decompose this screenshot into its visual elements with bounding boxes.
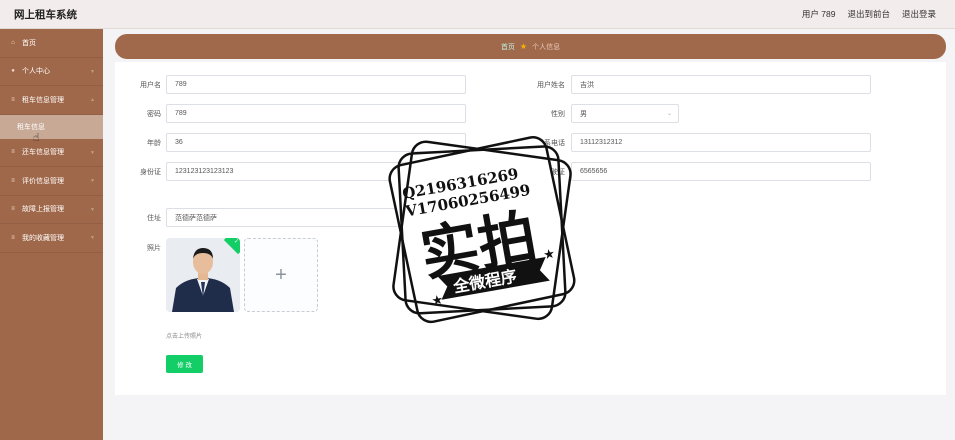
realname-field[interactable]: 吉洪	[571, 75, 871, 94]
star-separator-icon: ★	[519, 42, 528, 51]
chevron-down-icon: ▼	[90, 235, 95, 241]
sidebar: ⌂ 首页 ● 个人中心 ▼ ≡ 租车信息管理 ▲ 租车信息 ≡ 还车信息管理 ▼…	[0, 29, 103, 440]
check-icon: ✓	[233, 239, 239, 245]
sidebar-item-fault-mgmt[interactable]: ≡ 故障上报管理 ▼	[0, 196, 103, 224]
license-field[interactable]: 6565656	[571, 162, 871, 181]
uploaded-photo[interactable]: ✓	[166, 238, 240, 312]
list-icon: ≡	[11, 234, 15, 241]
chevron-down-icon: ▼	[90, 206, 95, 213]
address-field[interactable]: 范德萨范德萨	[166, 208, 466, 227]
add-photo-button[interactable]: +	[244, 238, 318, 312]
user-icon: ●	[11, 68, 15, 75]
idcard-label: 身份证	[140, 169, 161, 176]
top-header: 网上租车系统 用户 789 退出到前台 退出登录	[0, 0, 955, 29]
breadcrumb: 首页 ★ 个人信息	[115, 34, 946, 59]
idcard-field[interactable]: 123123123123123	[166, 162, 466, 181]
upload-tip: 点击上传照片	[166, 334, 203, 340]
age-label: 年龄	[147, 140, 161, 147]
chevron-up-icon: ▲	[90, 97, 95, 103]
password-field[interactable]: 789	[166, 104, 466, 123]
list-icon: ≡	[11, 177, 15, 184]
breadcrumb-current: 个人信息	[532, 43, 561, 51]
sidebar-item-label: 首页	[22, 39, 36, 47]
breadcrumb-home-link[interactable]: 首页	[501, 42, 515, 52]
username-field[interactable]: 789	[166, 75, 466, 94]
list-icon: ≡	[11, 96, 15, 103]
phone-field[interactable]: 13112312312	[571, 133, 871, 152]
chevron-down-icon: ▼	[90, 178, 95, 184]
top-nav: 用户 789 退出到前台 退出登录	[802, 8, 936, 20]
list-icon: ≡	[11, 149, 15, 156]
password-label: 密码	[147, 111, 161, 118]
back-to-front-link[interactable]: 退出到前台	[847, 8, 890, 20]
gender-label: 性别	[551, 111, 565, 118]
home-icon: ⌂	[11, 39, 15, 46]
sidebar-item-label: 租车信息管理	[22, 96, 64, 104]
sidebar-subitem-label: 租车信息	[17, 123, 45, 131]
submit-button[interactable]: 修 改	[166, 355, 203, 373]
gender-select[interactable]: 男 ⌄	[571, 104, 679, 123]
person-portrait-image	[166, 238, 240, 312]
sidebar-item-return-mgmt[interactable]: ≡ 还车信息管理 ▼	[0, 139, 103, 167]
username-label: 用户名	[140, 82, 161, 89]
chevron-down-icon: ▼	[90, 68, 95, 75]
sidebar-item-label: 我的收藏管理	[22, 234, 64, 242]
current-user-label: 用户 789	[801, 9, 836, 19]
sidebar-item-label: 还车信息管理	[22, 149, 64, 157]
logout-link[interactable]: 退出登录	[902, 8, 936, 20]
realname-label: 用户姓名	[537, 82, 565, 89]
sidebar-item-review-mgmt[interactable]: ≡ 评价信息管理 ▼	[0, 167, 103, 196]
age-field[interactable]: 36	[166, 133, 466, 152]
sidebar-item-label: 故障上报管理	[22, 206, 64, 214]
plus-icon: +	[275, 263, 287, 286]
sidebar-item-rental-mgmt[interactable]: ≡ 租车信息管理 ▲	[0, 86, 103, 115]
photo-label: 照片	[147, 245, 161, 252]
sidebar-subitem-rental-info[interactable]: 租车信息	[0, 114, 103, 139]
profile-form-panel: 用户名 789 用户姓名 吉洪 密码 789 性别 男 ⌄ 年龄 36 联系电话…	[115, 62, 946, 395]
list-icon: ≡	[11, 206, 15, 213]
chevron-down-icon: ▼	[90, 149, 95, 156]
mouse-cursor-icon: ☝	[33, 132, 40, 144]
app-title: 网上租车系统	[14, 8, 77, 21]
sidebar-item-home[interactable]: ⌂ 首页	[0, 29, 103, 58]
phone-label: 联系电话	[537, 140, 565, 147]
gender-value: 男	[580, 110, 587, 118]
sidebar-item-label: 评价信息管理	[22, 177, 64, 185]
sidebar-item-label: 个人中心	[22, 68, 50, 76]
sidebar-item-favorites-mgmt[interactable]: ≡ 我的收藏管理 ▼	[0, 224, 103, 253]
chevron-down-icon: ⌄	[666, 111, 672, 117]
sidebar-item-profile[interactable]: ● 个人中心 ▼	[0, 58, 103, 86]
address-label: 住址	[147, 215, 161, 222]
license-label: 驾驶证	[544, 169, 565, 176]
